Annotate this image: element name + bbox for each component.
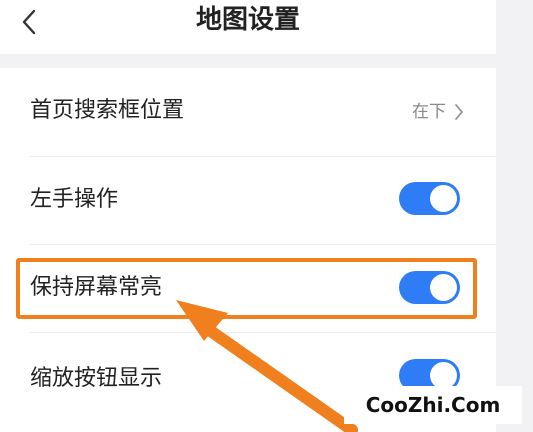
annotation-arrow [176, 300, 358, 432]
watermark: CooZhi.Com [344, 386, 522, 424]
